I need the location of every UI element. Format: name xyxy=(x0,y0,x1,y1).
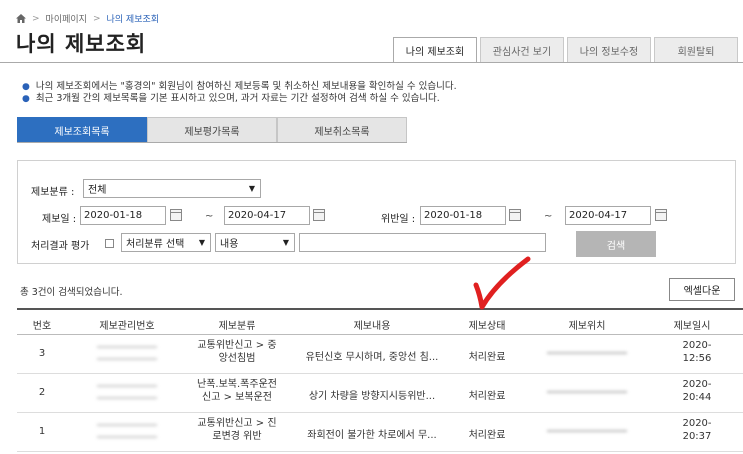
chevron-right-icon: > xyxy=(32,13,40,24)
process-type-select-value: 처리분류 선택 xyxy=(126,239,185,250)
breadcrumb-item-current[interactable]: 나의 제보조회 xyxy=(107,12,160,25)
category-label: 제보분류 : xyxy=(31,187,75,198)
row-id-redacted xyxy=(87,420,167,444)
row-content[interactable]: 유턴신호 무시하며, 중앙선 침... xyxy=(287,348,457,363)
row-status: 처리완료 xyxy=(468,352,506,363)
dropdown-arrow-icon: ▼ xyxy=(282,238,289,247)
report-date-label: 제보일 : xyxy=(42,214,77,225)
row-datetime: 2020- 20:37 xyxy=(657,417,737,443)
row-status: 처리완료 xyxy=(468,430,506,441)
breadcrumb: > 마이페이지 > 나의 제보조회 xyxy=(16,12,159,25)
calendar-icon[interactable] xyxy=(509,209,521,221)
tab-evaluation-list[interactable]: 제보평가목록 xyxy=(147,117,277,142)
violation-date-to-input[interactable]: 2020-04-17 xyxy=(565,206,651,225)
row-date: 2020- xyxy=(682,379,712,390)
calendar-icon[interactable] xyxy=(655,209,667,221)
header-location: 제보위치 xyxy=(568,321,606,332)
row-date: 2020- xyxy=(682,418,712,429)
breadcrumb-item-mypage[interactable]: 마이페이지 xyxy=(46,12,87,25)
chevron-right-icon: > xyxy=(92,13,101,24)
keyword-input[interactable] xyxy=(299,233,546,252)
row-time: 20:44 xyxy=(682,392,712,403)
row-category-line: 교통위반신고 > 중 xyxy=(197,340,277,351)
process-type-select[interactable]: 처리분류 선택 ▼ xyxy=(121,233,211,252)
dropdown-arrow-icon: ▼ xyxy=(198,238,205,247)
content-type-select[interactable]: 내용 ▼ xyxy=(215,233,295,252)
table-row[interactable]: 2 난폭.보복.폭주운전 신고 > 보복운전 상기 차량을 방향지시등위반...… xyxy=(17,374,743,413)
row-location-redacted xyxy=(547,387,627,397)
row-location-redacted xyxy=(547,426,627,436)
row-no: 3 xyxy=(38,348,46,359)
home-icon[interactable] xyxy=(16,14,26,23)
row-location-redacted xyxy=(547,348,627,358)
row-category-line: 난폭.보복.폭주운전 xyxy=(197,379,277,390)
header-content: 제보내용 xyxy=(353,321,391,332)
range-tilde: ~ xyxy=(205,211,214,222)
tab-cancel-list[interactable]: 제보취소목록 xyxy=(277,117,407,142)
calendar-icon[interactable] xyxy=(313,209,325,221)
header-date: 제보일시 xyxy=(673,321,711,332)
row-content[interactable]: 좌회전이 불가한 차로에서 무... xyxy=(287,426,457,441)
row-time: 12:56 xyxy=(682,353,712,364)
red-checkmark-annotation xyxy=(473,256,531,310)
row-category-line: 신고 > 보복운전 xyxy=(202,392,272,403)
row-no: 1 xyxy=(38,426,46,437)
table-row[interactable]: 3 교통위반신고 > 중 앙선침범 유턴신호 무시하며, 중앙선 침... 처리… xyxy=(17,335,743,374)
row-category-line: 교통위반신고 > 진 xyxy=(197,418,277,429)
violation-date-label: 위반일 : xyxy=(381,214,416,225)
tab-withdraw[interactable]: 회원탈퇴 xyxy=(654,37,738,63)
report-date-to-input[interactable]: 2020-04-17 xyxy=(224,206,310,225)
page-title: 나의 제보조회 xyxy=(16,32,147,56)
result-count: 총 3건이 검색되었습니다. xyxy=(20,287,123,298)
category-select-value: 전체 xyxy=(88,185,107,196)
notice-line: 최근 3개월 간의 제보목록을 기본 표시하고 있으며, 과거 자료는 기간 설… xyxy=(35,93,440,104)
row-date: 2020- xyxy=(682,340,712,351)
header-status: 제보상태 xyxy=(468,321,506,332)
row-status: 처리완료 xyxy=(468,391,506,402)
row-category-line: 앙선침범 xyxy=(218,353,256,364)
row-category[interactable]: 교통위반신고 > 중 앙선침범 xyxy=(187,339,287,365)
row-id-redacted xyxy=(87,381,167,405)
content-type-select-value: 내용 xyxy=(220,239,239,250)
top-tabs: 나의 제보조회 관심사건 보기 나의 정보수정 회원탈퇴 xyxy=(393,37,738,63)
row-datetime: 2020- 12:56 xyxy=(657,339,737,365)
tab-my-reports[interactable]: 나의 제보조회 xyxy=(393,37,477,63)
result-evaluation-label: 처리결과 평가 xyxy=(31,241,90,252)
category-select[interactable]: 전체 ▼ xyxy=(83,179,261,198)
result-evaluation-checkbox[interactable] xyxy=(105,239,114,248)
header-id: 제보관리번호 xyxy=(99,321,155,332)
excel-download-button[interactable]: 엑셀다운 xyxy=(669,278,735,301)
row-category-line: 로변경 위반 xyxy=(212,431,262,442)
row-category[interactable]: 난폭.보복.폭주운전 신고 > 보복운전 xyxy=(187,378,287,404)
tab-report-list[interactable]: 제보조회목록 xyxy=(17,117,147,142)
table-row[interactable]: 1 교통위반신고 > 진 로변경 위반 좌회전이 불가한 차로에서 무... 처… xyxy=(17,413,743,452)
tab-interest-cases[interactable]: 관심사건 보기 xyxy=(480,37,564,63)
row-content[interactable]: 상기 차량을 방향지시등위반... xyxy=(287,387,457,402)
row-id-redacted xyxy=(87,342,167,366)
tab-edit-my-info[interactable]: 나의 정보수정 xyxy=(567,37,651,63)
row-datetime: 2020- 20:44 xyxy=(657,378,737,404)
row-category[interactable]: 교통위반신고 > 진 로변경 위반 xyxy=(187,417,287,443)
bullet-icon: ● xyxy=(22,82,30,92)
calendar-icon[interactable] xyxy=(170,209,182,221)
dropdown-arrow-icon: ▼ xyxy=(248,184,255,193)
report-table: 번호 제보관리번호 제보분류 제보내용 제보상태 제보위치 제보일시 3 교통위… xyxy=(17,308,743,452)
violation-date-from-input[interactable]: 2020-01-18 xyxy=(420,206,506,225)
search-button[interactable]: 검색 xyxy=(576,231,656,257)
header-no: 번호 xyxy=(32,321,52,332)
report-date-from-input[interactable]: 2020-01-18 xyxy=(80,206,166,225)
bullet-icon: ● xyxy=(22,94,30,104)
header-divider xyxy=(0,62,743,63)
search-panel: 제보분류 : 전체 ▼ 제보일 : 2020-01-18 ~ 2020-04-1… xyxy=(17,160,736,264)
table-header: 번호 제보관리번호 제보분류 제보내용 제보상태 제보위치 제보일시 xyxy=(17,308,743,335)
row-no: 2 xyxy=(38,387,46,398)
row-time: 20:37 xyxy=(682,431,712,442)
sub-tabs: 제보조회목록 제보평가목록 제보취소목록 xyxy=(17,117,407,143)
header-category: 제보분류 xyxy=(218,321,256,332)
notice-line: 나의 제보조회에서는 "홍경의" 회원님이 참여하신 제보등록 및 취소하신 제… xyxy=(35,81,457,92)
range-tilde: ~ xyxy=(544,211,553,222)
notice: ● 나의 제보조회에서는 "홍경의" 회원님이 참여하신 제보등록 및 취소하신 … xyxy=(22,81,457,105)
